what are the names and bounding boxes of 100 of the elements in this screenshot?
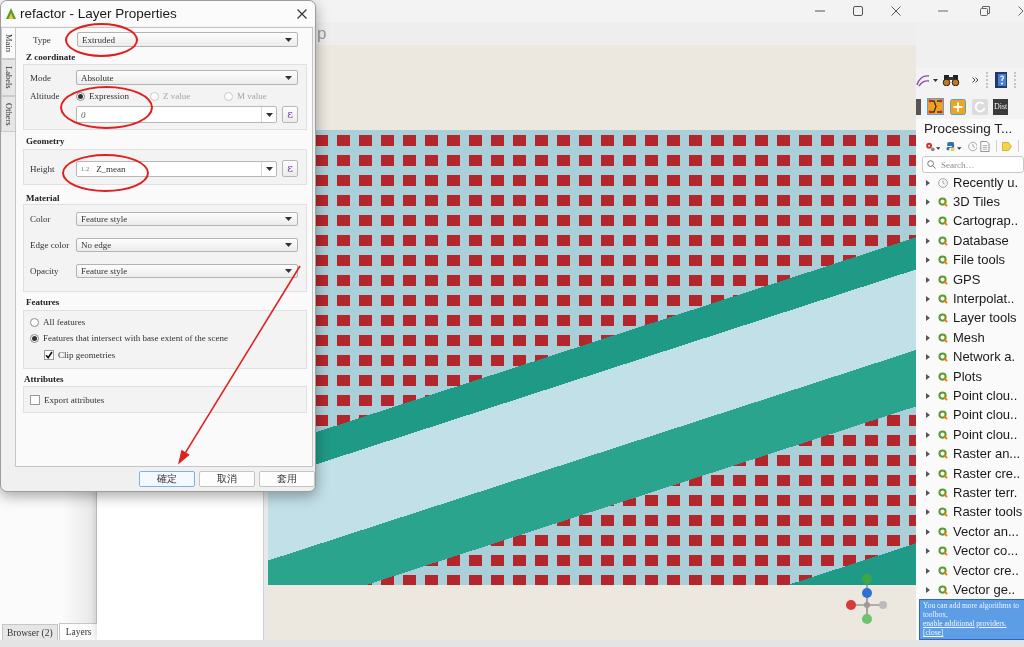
expand-arrow-icon[interactable] [926, 586, 930, 593]
tree-item[interactable]: Point clou.. [916, 386, 1024, 406]
expression-field[interactable]: 0 [76, 106, 277, 123]
expand-arrow-icon[interactable] [926, 315, 930, 322]
expand-arrow-icon[interactable] [926, 199, 930, 206]
add-icon[interactable] [950, 98, 966, 115]
expand-arrow-icon[interactable] [926, 218, 930, 225]
tree-item[interactable]: Interpolat.. [916, 289, 1024, 309]
dist-button[interactable]: Dist [993, 98, 1009, 115]
tree-item[interactable]: Vector an... [916, 522, 1024, 542]
expand-arrow-icon[interactable] [926, 567, 930, 574]
close-icon[interactable] [891, 6, 901, 16]
radio-option[interactable]: All features [30, 317, 86, 327]
chevron-icon[interactable] [1018, 6, 1023, 16]
tree-item[interactable]: Raster tools [916, 502, 1024, 523]
caret-icon[interactable] [933, 78, 938, 82]
dropdown[interactable]: Feature style [76, 264, 298, 278]
dropdown[interactable]: Feature style [76, 212, 298, 226]
expression-button[interactable]: ε [282, 106, 298, 123]
curve-tool-icon[interactable] [916, 73, 930, 87]
tree-item[interactable]: Mesh [916, 328, 1024, 348]
expand-arrow-icon[interactable] [926, 373, 930, 380]
field-label: Edge color [30, 240, 71, 250]
expand-arrow-icon[interactable] [926, 509, 930, 516]
close-icon[interactable] [297, 8, 307, 19]
expand-arrow-icon[interactable] [926, 489, 930, 496]
binoculars-icon[interactable] [942, 74, 960, 86]
q-icon [938, 565, 948, 576]
expand-arrow-icon[interactable] [926, 431, 930, 438]
expand-arrow-icon[interactable] [926, 237, 930, 244]
tree-item[interactable]: Database [916, 231, 1024, 251]
q-icon [938, 507, 948, 518]
dialog-button[interactable]: 套用 [259, 471, 315, 487]
restore-icon[interactable] [980, 6, 990, 16]
tree-item[interactable]: Point clou.. [916, 405, 1024, 426]
expand-arrow-icon[interactable] [926, 276, 930, 283]
tree-item[interactable]: Vector ge.. [916, 580, 1024, 600]
gear-icon[interactable] [925, 140, 935, 152]
expand-arrow-icon[interactable] [926, 257, 930, 264]
field-label: Color [30, 214, 52, 224]
document-icon[interactable] [980, 140, 991, 152]
tree-item[interactable]: Plots [916, 366, 1024, 387]
radio-option[interactable]: Features that intersect with base extent of the scene [30, 333, 228, 343]
side-tab[interactable]: Others [1, 95, 15, 133]
q-icon [938, 429, 948, 440]
dropdown-arrow-icon [285, 75, 292, 80]
help-book-icon[interactable] [995, 72, 1007, 88]
tree-item[interactable]: Layer tools [916, 308, 1024, 329]
q-icon [938, 449, 948, 460]
tree-item[interactable]: Point clou.. [916, 425, 1024, 445]
expand-arrow-icon[interactable] [926, 528, 930, 535]
tree-item[interactable]: Raster cre.. [916, 463, 1024, 484]
dialog-title: refactor - Layer Properties [20, 6, 177, 21]
python-icon[interactable] [946, 140, 957, 152]
tree-item[interactable]: GPS [916, 269, 1024, 290]
expand-arrow-icon[interactable] [926, 334, 930, 341]
radio-option[interactable]: Expression [76, 91, 150, 101]
expand-arrow-icon[interactable] [926, 470, 930, 477]
expand-arrow-icon[interactable] [926, 412, 930, 419]
clock-icon [938, 177, 948, 188]
caret-icon[interactable] [957, 146, 962, 150]
dropdown[interactable]: Extruded [77, 32, 298, 47]
node-tool-icon[interactable] [927, 98, 944, 115]
checkbox-option[interactable]: Clip geometries [44, 350, 116, 360]
tree-item[interactable]: 3D Tiles [916, 192, 1024, 212]
maximize-icon[interactable] [853, 6, 863, 16]
side-tab[interactable]: Labels [1, 58, 15, 96]
expand-arrow-icon[interactable] [926, 548, 930, 555]
expression-button[interactable]: ε [282, 160, 298, 177]
field-label: Type [33, 34, 52, 45]
chevrons-icon[interactable] [972, 77, 979, 83]
checkbox-option[interactable]: Export attributes [30, 395, 105, 405]
expand-arrow-icon[interactable] [926, 179, 930, 186]
q-icon [938, 197, 948, 208]
search-icon [927, 160, 936, 169]
tree-item[interactable]: File tools [916, 250, 1024, 270]
expand-arrow-icon[interactable] [926, 451, 930, 458]
panel-tab[interactable]: Browser (2) [2, 624, 58, 640]
dropdown[interactable]: Absolute [76, 70, 298, 85]
panel-tab[interactable]: Layers [58, 623, 99, 640]
dialog-button[interactable]: 取消 [199, 471, 255, 487]
section-heading: Features [26, 296, 61, 308]
tree-item[interactable]: Vector co... [916, 541, 1024, 561]
tree-item[interactable]: Vector cre.. [916, 560, 1024, 581]
tree-item[interactable]: Cartograp.. [916, 211, 1024, 232]
caret-icon[interactable] [935, 146, 941, 150]
tree-item[interactable]: Raster terr. [916, 483, 1024, 503]
search-field[interactable]: Search… [922, 156, 1024, 173]
q-icon [938, 313, 948, 324]
tool-icon[interactable] [916, 98, 921, 115]
q-icon [938, 526, 948, 537]
expand-arrow-icon[interactable] [926, 393, 930, 399]
side-tab[interactable]: Main [1, 27, 15, 59]
expand-arrow-icon[interactable] [926, 296, 930, 303]
tree-item[interactable]: Network a. [916, 347, 1024, 367]
tree-item[interactable]: Raster an... [916, 444, 1024, 464]
dropdown[interactable]: No edge [76, 238, 298, 252]
dialog-button[interactable]: 確定 [139, 471, 195, 487]
expand-arrow-icon[interactable] [926, 354, 930, 361]
tree-item[interactable]: Recently u. [916, 173, 1024, 193]
